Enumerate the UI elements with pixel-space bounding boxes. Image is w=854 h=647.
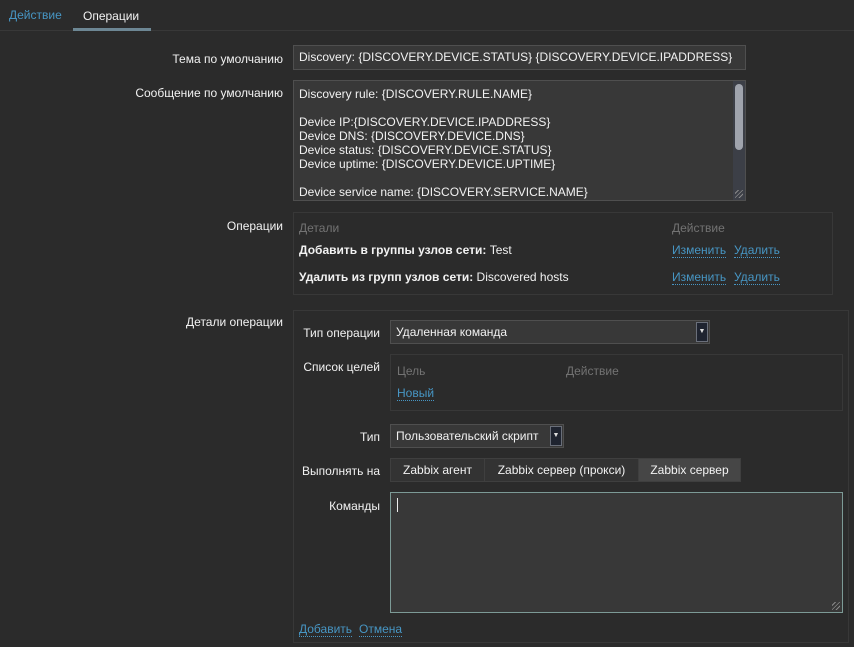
header-details: Детали	[299, 221, 340, 235]
details-label: Детали операции	[186, 315, 283, 329]
message-line: Device status: {DISCOVERY.DEVICE.STATUS}	[299, 143, 552, 157]
delete-link[interactable]: Удалить	[734, 270, 780, 285]
subject-input[interactable]: Discovery: {DISCOVERY.DEVICE.STATUS} {DI…	[293, 45, 746, 70]
chevron-down-icon: ▼	[696, 322, 708, 342]
targets-label: Список целей	[303, 360, 380, 374]
chevron-down-icon: ▼	[550, 426, 562, 446]
execute-option-proxy[interactable]: Zabbix сервер (прокси)	[484, 458, 639, 482]
operations-table: Детали Действие Добавить в группы узлов …	[293, 212, 833, 295]
new-target-link[interactable]: Новый	[397, 386, 435, 401]
tab-action[interactable]: Действие	[9, 8, 62, 22]
cancel-button[interactable]: Отмена	[359, 622, 403, 637]
operation-details: Тип операции Удаленная команда ▼ Список ц…	[293, 310, 849, 643]
operation-value: Test	[486, 243, 512, 257]
header-action: Действие	[672, 221, 725, 235]
delete-link[interactable]: Удалить	[734, 243, 780, 258]
subject-label: Тема по умолчанию	[172, 52, 283, 66]
type-label: Тип	[359, 430, 380, 444]
message-textarea[interactable]: Discovery rule: {DISCOVERY.RULE.NAME} Dev…	[293, 80, 746, 201]
message-line: Device IP:{DISCOVERY.DEVICE.IPADDRESS}	[299, 115, 551, 129]
execute-on-label: Выполнять на	[301, 464, 380, 478]
execute-option-server[interactable]: Zabbix сервер	[638, 458, 741, 482]
message-line	[299, 171, 740, 185]
edit-link[interactable]: Изменить	[672, 243, 727, 258]
targets-table: Цель Действие Новый	[390, 354, 843, 411]
resize-handle[interactable]	[832, 602, 840, 610]
add-button[interactable]: Добавить	[299, 622, 353, 637]
table-row: Добавить в группы узлов сети: Test	[299, 243, 512, 257]
message-line: Device uptime: {DISCOVERY.DEVICE.UPTIME}	[299, 157, 556, 171]
message-line: Device DNS: {DISCOVERY.DEVICE.DNS}	[299, 129, 525, 143]
execute-on-toggle: Zabbix агент Zabbix сервер (прокси) Zabb…	[390, 458, 741, 482]
message-line: Discovery rule: {DISCOVERY.RULE.NAME}	[299, 87, 532, 101]
message-line	[299, 101, 740, 115]
resize-handle[interactable]	[735, 190, 743, 198]
type-value: Пользовательский скрипт	[396, 429, 539, 443]
text-cursor	[397, 498, 398, 512]
header-target: Цель	[397, 364, 426, 378]
scrollbar[interactable]	[733, 81, 745, 200]
operations-label: Операции	[226, 219, 283, 233]
active-tab-indicator	[73, 28, 151, 31]
scrollbar-thumb[interactable]	[735, 84, 743, 150]
edit-link[interactable]: Изменить	[672, 270, 727, 285]
header-action: Действие	[566, 364, 619, 378]
table-row: Удалить из групп узлов сети: Discovered …	[299, 270, 569, 284]
op-type-select[interactable]: Удаленная команда ▼	[390, 320, 710, 344]
op-type-label: Тип операции	[303, 326, 380, 340]
tab-operations[interactable]: Операции	[83, 8, 139, 24]
operation-name: Удалить из групп узлов сети:	[299, 270, 474, 284]
message-label: Сообщение по умолчанию	[135, 86, 283, 100]
commands-label: Команды	[329, 499, 380, 513]
operation-name: Добавить в группы узлов сети:	[299, 243, 487, 257]
execute-option-agent[interactable]: Zabbix агент	[390, 458, 485, 482]
commands-textarea[interactable]	[390, 492, 843, 613]
type-select[interactable]: Пользовательский скрипт ▼	[390, 424, 564, 448]
message-line: Device service name: {DISCOVERY.SERVICE.…	[299, 185, 588, 199]
operation-value: Discovered hosts	[473, 270, 569, 284]
tab-bar: Действие Операции	[0, 0, 854, 31]
op-type-value: Удаленная команда	[396, 325, 508, 339]
